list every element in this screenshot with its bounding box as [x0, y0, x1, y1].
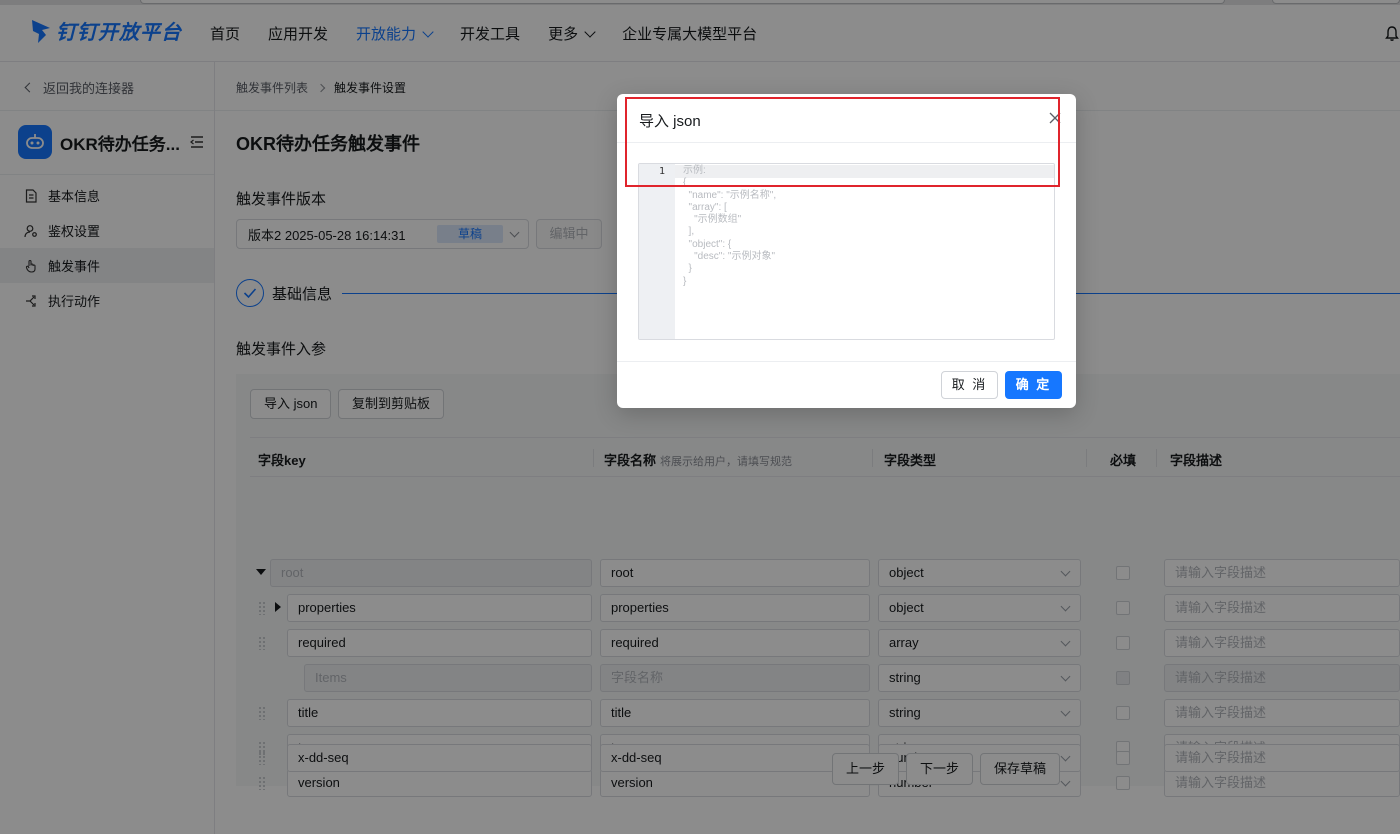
json-code-editor[interactable]: 1 示例: { "name": "示例名称", "array": [ "示例数组… [638, 163, 1055, 340]
cancel-button[interactable]: 取 消 [941, 371, 998, 399]
editor-gutter: 1 [639, 164, 675, 339]
line-number: 1 [658, 166, 665, 177]
divider [617, 142, 1076, 143]
code-placeholder: 示例: { "name": "示例名称", "array": [ "示例数组" … [683, 165, 777, 287]
close-icon[interactable] [1048, 111, 1062, 125]
dialog-title: 导入 json [639, 113, 701, 130]
divider [617, 361, 1076, 362]
import-json-dialog: 导入 json 1 示例: { "name": "示例名称", "array":… [617, 94, 1076, 408]
confirm-button[interactable]: 确 定 [1005, 371, 1062, 399]
